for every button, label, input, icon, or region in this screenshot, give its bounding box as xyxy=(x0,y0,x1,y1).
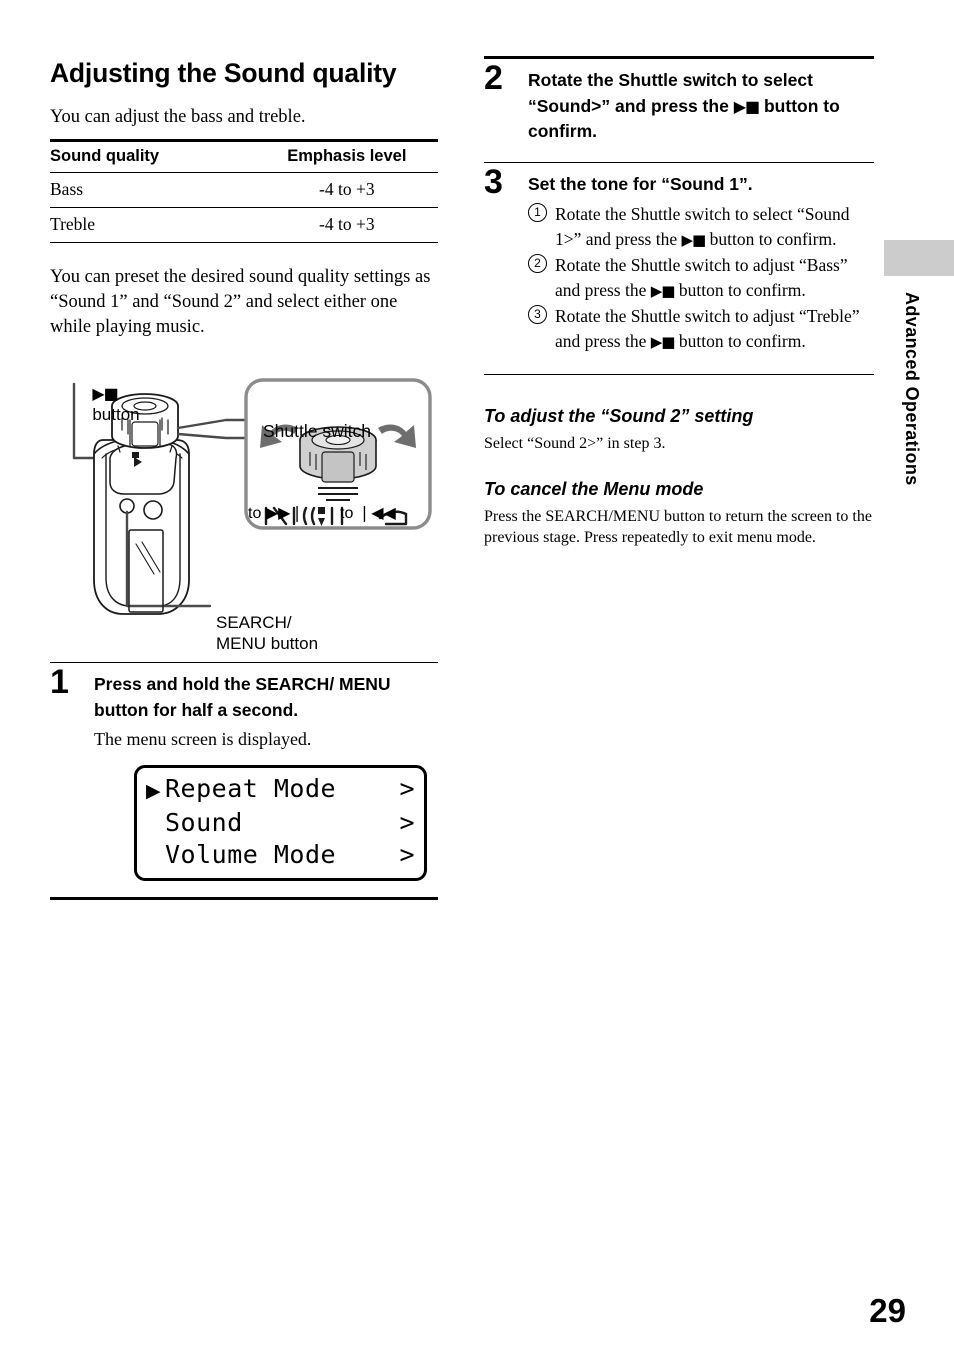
lcd-row: Sound > xyxy=(146,807,415,839)
divider-above-step2 xyxy=(484,56,874,59)
page-title: Adjusting the Sound quality xyxy=(50,58,397,88)
step-3-heading: Set the tone for “Sound 1”. xyxy=(528,173,753,194)
play-stop-icon: ▶■ xyxy=(92,384,118,403)
lcd-submenu-arrow-icon: > xyxy=(399,840,415,869)
shuttle-switch-label: Shuttle switch xyxy=(263,421,371,441)
substep-marker: 2 xyxy=(528,254,547,273)
divider-below-step3 xyxy=(484,374,874,375)
substep: 3 Rotate the Shuttle switch to adjust “T… xyxy=(528,304,874,354)
table-header-row: Sound quality Emphasis level xyxy=(50,140,438,173)
play-stop-icon: ▶■ xyxy=(733,96,760,116)
search-menu-button-label: SEARCH/ MENU button xyxy=(216,613,319,653)
step-1-number: 1 xyxy=(50,663,69,701)
lcd-submenu-arrow-icon: > xyxy=(399,774,415,803)
substep-marker: 1 xyxy=(528,203,547,222)
step-3-substeps: 1 Rotate the Shuttle switch to select “S… xyxy=(528,202,874,354)
table-cell-value: -4 to +3 xyxy=(319,179,375,199)
play-stop-icon: ▶■ xyxy=(681,230,707,249)
cancel-menu-section: To cancel the Menu mode Press the SEARCH… xyxy=(484,478,874,548)
table-cell-label: Treble xyxy=(50,214,96,234)
lcd-row: Volume Mode > xyxy=(146,839,415,871)
substep-marker: 3 xyxy=(528,305,547,324)
step-2: 2 Rotate the Shuttle switch to select “S… xyxy=(484,61,874,145)
step-1: 1 Press and hold the SEARCH/ MENU button… xyxy=(50,665,438,881)
lcd-row-label: Volume Mode xyxy=(165,840,337,869)
sound2-body: Select “Sound 2>” in step 3. xyxy=(484,435,666,452)
preset-paragraph: You can preset the desired sound quality… xyxy=(50,267,431,337)
table-cell-value: -4 to +3 xyxy=(319,214,375,234)
table-row: Treble -4 to +3 xyxy=(50,208,438,243)
step-3-number: 3 xyxy=(484,162,503,201)
substep: 2 Rotate the Shuttle switch to adjust “B… xyxy=(528,253,874,303)
cancel-menu-heading: To cancel the Menu mode xyxy=(484,479,704,499)
divider-above-step3 xyxy=(484,161,874,163)
play-stop-icon: ▶■ xyxy=(650,332,676,351)
substep-text-b: button to confirm. xyxy=(678,279,806,300)
play-stop-icon: ▶■ xyxy=(650,281,676,300)
play-stop-label-text: button xyxy=(92,405,140,424)
lcd-cursor-icon: ▶ xyxy=(146,780,162,802)
intro-paragraph: You can adjust the bass and treble. xyxy=(50,107,306,127)
divider-above-step1 xyxy=(50,662,438,663)
left-column: Adjusting the Sound quality You can adju… xyxy=(50,56,438,900)
play-stop-button-label: ▶■ button xyxy=(64,362,140,446)
step-1-heading: Press and hold the SEARCH/ MENU button f… xyxy=(94,674,391,720)
sound2-heading: To adjust the “Sound 2” setting xyxy=(484,406,754,426)
table-header-sound-quality: Sound quality xyxy=(50,147,160,165)
device-illustration: ▶■ button Shuttle switch to ▶▶❘ to ❘◀◀ S… xyxy=(50,362,438,662)
step-2-heading: Rotate the Shuttle switch to select “Sou… xyxy=(528,68,874,145)
lcd-menu-screen: ▶ Repeat Mode > Sound > Volume Mode > xyxy=(134,765,427,881)
page-number: 29 xyxy=(869,1292,906,1329)
table-header-emphasis-level: Emphasis level xyxy=(287,147,407,165)
step-3: 3 Set the tone for “Sound 1”. 1 Rotate t… xyxy=(484,165,874,355)
substep-text-b: button to confirm. xyxy=(678,330,806,351)
sound-quality-table: Sound quality Emphasis level Bass -4 to … xyxy=(50,139,438,243)
to-rewind-label: to ❘◀◀ xyxy=(340,505,396,522)
table-row: Bass -4 to +3 xyxy=(50,173,438,208)
divider-below-step1 xyxy=(50,897,438,900)
lcd-submenu-arrow-icon: > xyxy=(399,808,415,837)
lcd-row-label: Repeat Mode xyxy=(165,774,337,803)
section-tab-label: Advanced Operations xyxy=(902,292,922,486)
substep-text-b: button to confirm. xyxy=(709,228,837,249)
right-column: 2 Rotate the Shuttle switch to select “S… xyxy=(484,56,874,548)
table-cell-label: Bass xyxy=(50,179,84,199)
section-tab-block xyxy=(884,240,954,276)
cancel-menu-body: Press the SEARCH/MENU button to return t… xyxy=(484,508,872,546)
step-1-body: The menu screen is displayed. xyxy=(94,729,312,749)
to-fast-forward-label: to ▶▶❘ xyxy=(248,505,304,522)
lcd-row-label: Sound xyxy=(165,808,243,837)
sound2-section: To adjust the “Sound 2” setting Select “… xyxy=(484,405,874,454)
substep: 1 Rotate the Shuttle switch to select “S… xyxy=(528,202,874,252)
lcd-row: ▶ Repeat Mode > xyxy=(146,773,415,807)
step-2-number: 2 xyxy=(484,59,503,97)
